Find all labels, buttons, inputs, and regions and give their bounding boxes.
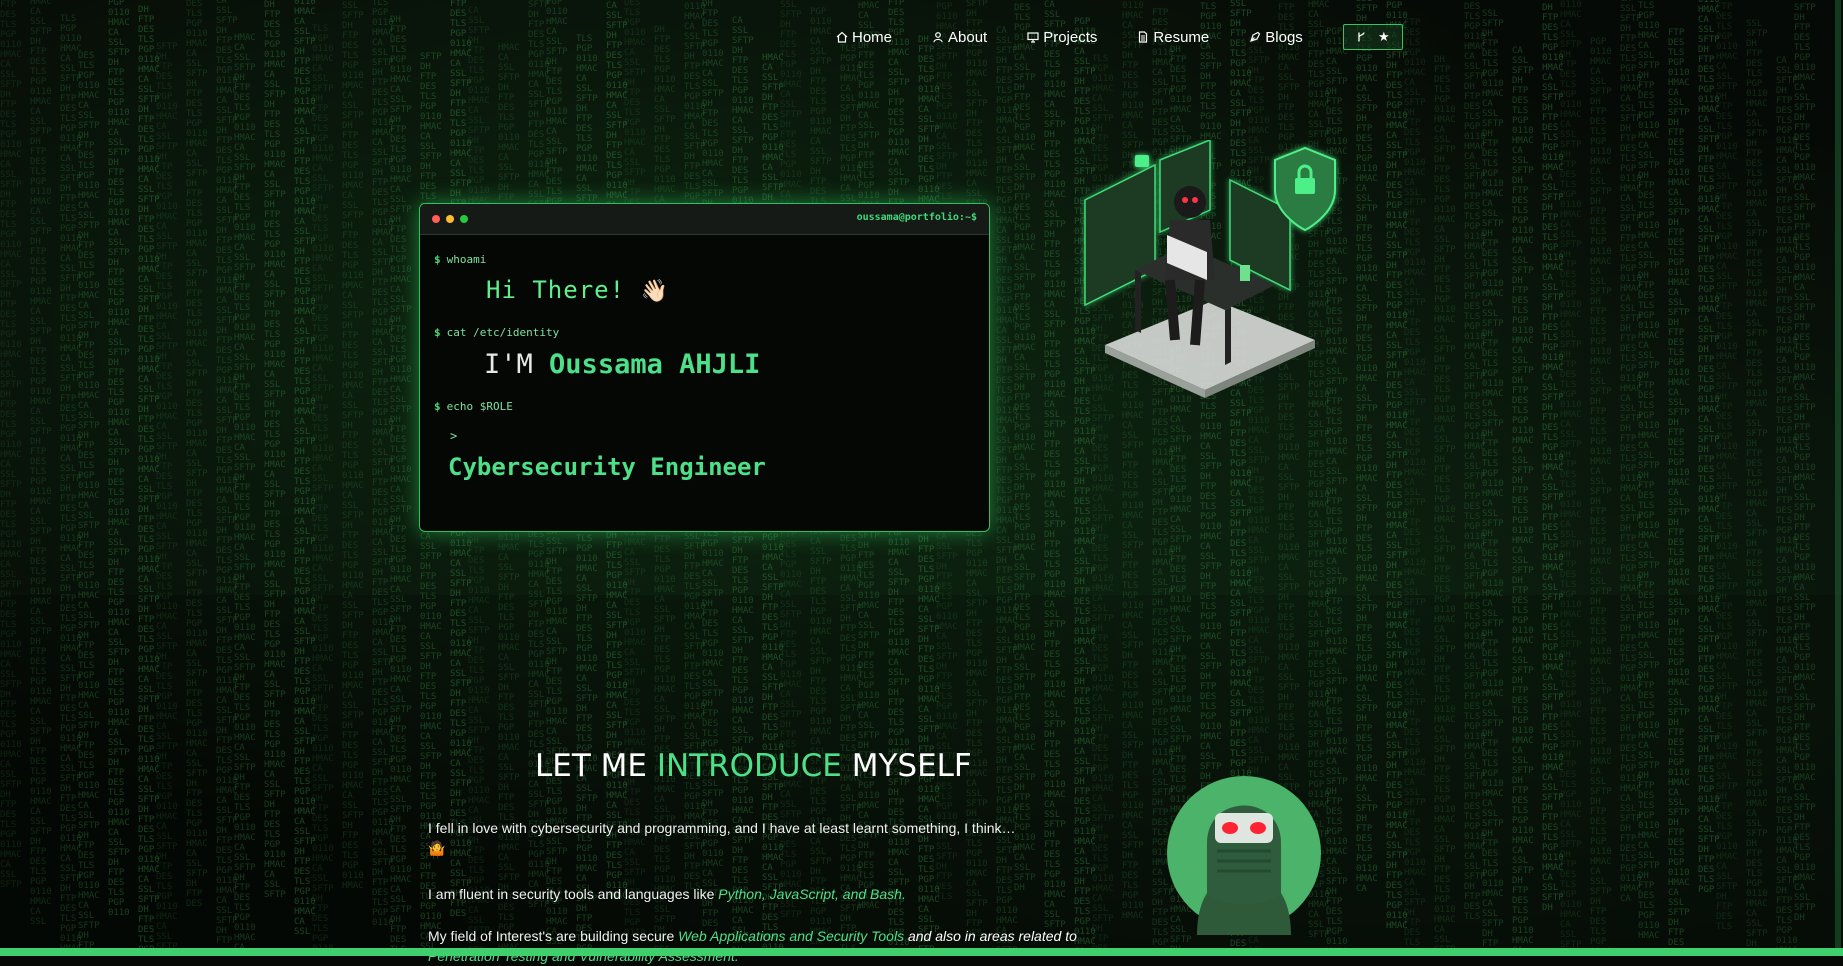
matrix-rain-column: PGP 0110 HMAC CA SSL SFTP DH FTP DES TLS…	[30, 0, 52, 927]
intro-p3-text: My field of Interest's are building secu…	[428, 928, 675, 944]
nav-about-label: About	[948, 28, 988, 46]
shrug-emoji: 🤷	[428, 840, 446, 856]
greeting-text: Hi There! 👋🏻	[486, 276, 975, 304]
nav-about[interactable]: About	[932, 29, 987, 46]
matrix-rain-column: HMAC CA SSL SFTP DH FTP DES TLS PGP 0110…	[1014, 0, 1036, 893]
github-fork-button[interactable]: ★	[1342, 24, 1403, 50]
matrix-rain-column: TLS PGP 0110 HMAC CA SSL SFTP DH FTP DES…	[1356, 0, 1378, 894]
intro-title-highlight: INTRODUCE	[656, 747, 842, 784]
intro-paragraph-3: My field of Interest's are building secu…	[428, 926, 1078, 966]
nav-projects-label: Projects	[1043, 28, 1098, 46]
identity-name: Oussama AHJLI	[549, 349, 761, 380]
matrix-rain-column: DH FTP DES TLS PGP 0110 HMAC CA SSL SFTP…	[390, 15, 412, 956]
blog-icon	[1249, 31, 1261, 43]
command-line: $ whoami	[434, 253, 975, 266]
greeting-label: Hi There!	[486, 276, 626, 304]
command-line: $ cat /etc/identity	[434, 326, 975, 339]
avatar	[1167, 773, 1321, 935]
matrix-rain-column: SFTP DH FTP DES TLS PGP 0110 HMAC CA SSL…	[156, 42, 178, 956]
matrix-rain-column: SSL SFTP DH FTP DES TLS PGP 0110 HMAC CA…	[186, 0, 208, 909]
matrix-rain-column: DES TLS PGP 0110 HMAC CA SSL SFTP DH FTP…	[1638, 0, 1660, 941]
document-icon	[1137, 31, 1149, 43]
star-icon: ★	[1377, 29, 1390, 44]
matrix-rain-column: CA SSL SFTP DH FTP DES TLS PGP 0110 HMAC…	[1512, 46, 1534, 956]
intro-p2-highlight: Python, JavaScript, and Bash.	[718, 886, 906, 902]
terminal-title: oussama@portfolio:~$	[856, 212, 977, 223]
matrix-rain-column: DES TLS PGP 0110 HMAC CA SSL SFTP DH FTP…	[1122, 0, 1144, 921]
matrix-rain-column: SSL SFTP DH FTP DES TLS PGP 0110 HMAC CA…	[1746, 19, 1768, 956]
matrix-rain-column: DH FTP DES TLS PGP 0110 HMAC CA SSL SFTP…	[1434, 55, 1456, 956]
scrollbar[interactable]	[1835, 0, 1841, 948]
nav-home[interactable]: Home	[836, 29, 892, 46]
hacker-illustration	[1075, 138, 1375, 410]
matrix-rain-column: 0110 HMAC CA SSL SFTP DH FTP DES TLS PGP…	[264, 0, 286, 900]
identity-heading: I'M Oussama AHJLI	[484, 349, 975, 380]
intro-p2-text: I am fluent in security tools and langua…	[428, 886, 715, 902]
matrix-rain-column: SFTP DH FTP DES TLS PGP 0110 HMAC CA SSL…	[1716, 0, 1738, 932]
prompt-symbol: $	[434, 400, 441, 413]
nav-resume-label: Resume	[1153, 28, 1210, 46]
command-role: echo $ROLE	[446, 400, 513, 413]
home-icon	[836, 31, 848, 43]
nav-resume[interactable]: Resume	[1137, 29, 1209, 46]
intro-paragraph-2: I am fluent in security tools and langua…	[428, 884, 1078, 904]
matrix-rain-column: PGP 0110 HMAC CA SSL SFTP DH FTP DES TLS…	[1590, 37, 1612, 956]
nav-blogs[interactable]: Blogs	[1249, 29, 1303, 46]
command-line: $ echo $ROLE	[434, 400, 975, 413]
prompt-symbol: $	[434, 253, 441, 266]
intro-p3-highlight: Web Applications and Security Tools	[678, 928, 905, 944]
user-icon	[932, 31, 944, 43]
matrix-rain-column: DES TLS PGP 0110 HMAC CA SSL SFTP DH FTP…	[342, 0, 364, 891]
prompt-symbol: $	[434, 326, 441, 339]
role-text: Cybersecurity Engineer	[448, 453, 766, 481]
intro-title-part2: MYSELF	[851, 747, 972, 784]
close-dot-icon	[432, 215, 440, 223]
matrix-rain-column: TLS PGP 0110 HMAC CA SSL SFTP DH FTP DES…	[312, 24, 334, 956]
intro-p3-text2: and also in areas related to	[907, 928, 1077, 944]
navbar: Home About Projects Resume Blogs ★	[836, 22, 1403, 52]
terminal-window: oussama@portfolio:~$ $ whoami Hi There! 👋…	[419, 203, 990, 532]
matrix-rain-column: 0110 HMAC CA SSL SFTP DH FTP DES TLS PGP…	[1044, 0, 1066, 930]
matrix-rain-column: HMAC CA SSL SFTP DH FTP DES TLS PGP 0110…	[1278, 0, 1300, 903]
matrix-rain-column: HMAC CA SSL SFTP DH FTP DES TLS PGP 0110…	[234, 33, 256, 956]
command-whoami: whoami	[446, 253, 487, 266]
nav-home-label: Home	[852, 28, 893, 46]
matrix-rain-column: SSL SFTP DH FTP DES TLS PGP 0110 HMAC CA…	[1482, 9, 1504, 956]
identity-prefix: I'M	[484, 349, 533, 380]
intro-p1-text: I fell in love with cybersecurity and pr…	[428, 820, 1016, 836]
terminal-titlebar: oussama@portfolio:~$	[420, 204, 989, 235]
nav-blogs-label: Blogs	[1265, 28, 1303, 46]
matrix-rain-column: FTP DES TLS PGP 0110 HMAC CA SSL SFTP DH…	[1668, 28, 1690, 956]
nav-projects[interactable]: Projects	[1027, 29, 1097, 46]
intro-paragraph-1: I fell in love with cybersecurity and pr…	[428, 818, 1078, 858]
intro-title-part1: LET ME	[535, 747, 647, 784]
maximize-dot-icon	[460, 215, 468, 223]
command-identity: cat /etc/identity	[446, 326, 560, 339]
minimize-dot-icon	[446, 215, 454, 223]
matrix-rain-column: FTP DES TLS PGP 0110 HMAC CA SSL SFTP DH…	[1404, 18, 1426, 956]
matrix-rain-column: 0110 HMAC CA SSL SFTP DH FTP DES TLS PGP…	[1560, 0, 1582, 950]
fork-icon	[1356, 31, 1368, 43]
matrix-rain-column: DES TLS PGP 0110 HMAC CA SSL SFTP DH FTP…	[78, 51, 100, 956]
matrix-rain-column: FTP DES TLS PGP 0110 HMAC CA SSL SFTP DH…	[108, 0, 130, 918]
projects-icon	[1027, 31, 1039, 43]
output-arrow: >	[450, 429, 458, 443]
wave-emoji: 👋🏻	[640, 279, 669, 304]
matrix-rain-column: HMAC CA SSL SFTP DH FTP DES TLS PGP 0110…	[1794, 0, 1816, 923]
matrix-rain-column: 0110 HMAC CA SSL SFTP DH FTP DES TLS PGP…	[0, 0, 22, 890]
terminal-body: $ whoami Hi There! 👋🏻 $ cat /etc/identity …	[420, 235, 989, 499]
bottom-accent-bar	[0, 948, 1843, 956]
intro-heading: LET ME INTRODUCE MYSELF	[535, 748, 972, 784]
